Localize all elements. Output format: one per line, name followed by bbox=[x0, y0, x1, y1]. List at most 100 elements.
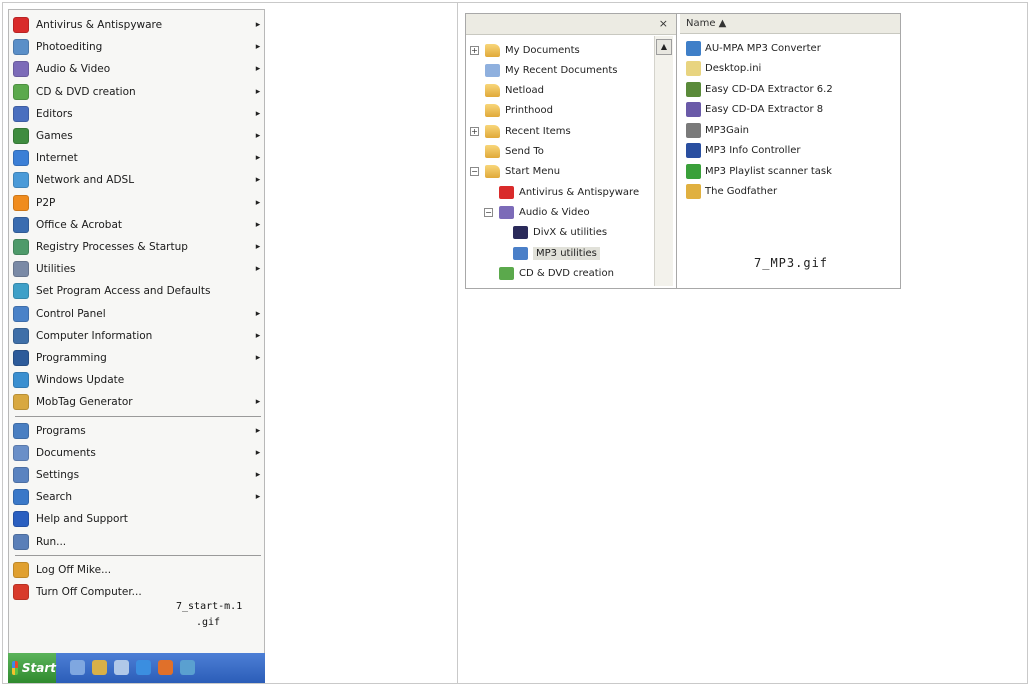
submenu-arrow-icon: ▸ bbox=[255, 175, 261, 186]
menu-item-label: MobTag Generator bbox=[36, 396, 133, 409]
start-menu-system-item[interactable]: Run... bbox=[13, 531, 263, 553]
file-name: The Godfather bbox=[705, 186, 778, 197]
file-list-item[interactable]: Desktop.ini bbox=[686, 60, 761, 78]
folder-tree-item[interactable]: − Audio & Video bbox=[484, 202, 590, 222]
menu-item-label: Programming bbox=[36, 352, 107, 364]
menu-item-label: CD & DVD creation bbox=[36, 85, 136, 98]
start-menu-item[interactable]: Set Program Access and Defaults bbox=[13, 280, 263, 302]
mp3gain-icon bbox=[686, 122, 701, 138]
quicklaunch-explorer-icon[interactable] bbox=[70, 660, 85, 675]
start-menu-item[interactable]: CD & DVD creation ▸ bbox=[13, 81, 263, 103]
file-list-item[interactable]: MP3 Info Controller bbox=[686, 142, 801, 160]
start-menu-item[interactable]: Computer Information ▸ bbox=[13, 325, 263, 347]
file-name: MP3 Playlist scanner task bbox=[705, 165, 832, 177]
start-menu-system-item[interactable]: Programs ▸ bbox=[13, 420, 263, 442]
folder-tree-item[interactable]: Send To bbox=[470, 142, 544, 162]
file-list-item[interactable]: MP3 Playlist scanner task bbox=[686, 162, 832, 180]
folder-icon bbox=[485, 145, 500, 158]
file-list-item[interactable]: MP3Gain bbox=[686, 121, 749, 139]
file-list-item[interactable]: AU-MPA MP3 Converter bbox=[686, 39, 821, 57]
start-menu-item[interactable]: P2P ▸ bbox=[13, 192, 263, 214]
start-menu-item[interactable]: Registry Processes & Startup ▸ bbox=[13, 236, 263, 258]
tree-expander-icon[interactable]: − bbox=[484, 207, 493, 217]
quicklaunch-firefox-icon[interactable] bbox=[158, 660, 173, 675]
start-menu-item[interactable]: MobTag Generator ▸ bbox=[13, 391, 263, 413]
scroll-up-icon[interactable]: ▲ bbox=[656, 39, 672, 55]
start-menu-item[interactable]: Utilities ▸ bbox=[13, 258, 263, 280]
menu-item-label: Games bbox=[36, 130, 73, 142]
menu-item-label: Registry Processes & Startup bbox=[36, 241, 188, 253]
mp3info-icon bbox=[686, 143, 701, 158]
start-menu-system-item[interactable]: Help and Support bbox=[13, 508, 263, 530]
submenu-arrow-icon: ▸ bbox=[255, 20, 261, 30]
file-name: MP3 Info Controller bbox=[705, 145, 801, 156]
divx-icon bbox=[513, 226, 528, 240]
folder-tree-label: MP3 utilities bbox=[533, 246, 600, 260]
start-menu-item[interactable]: Antivirus & Antispyware ▸ bbox=[13, 14, 263, 36]
folders-scrollbar[interactable]: ▲ bbox=[654, 36, 673, 286]
submenu-arrow-icon: ▸ bbox=[255, 425, 261, 436]
quicklaunch-folder-icon[interactable] bbox=[92, 660, 107, 675]
menu-item-label: P2P bbox=[36, 196, 56, 209]
file-list-item[interactable]: Easy CD-DA Extractor 8 bbox=[686, 101, 823, 119]
registry-icon bbox=[13, 239, 29, 255]
folder-tree-item[interactable]: Printhood bbox=[470, 101, 553, 121]
start-menu-item[interactable]: Editors ▸ bbox=[13, 103, 263, 125]
close-icon[interactable]: × bbox=[659, 17, 668, 30]
quicklaunch-desktop-icon[interactable] bbox=[114, 660, 129, 675]
taskbar: Start bbox=[8, 653, 265, 683]
file-list-item[interactable]: Easy CD-DA Extractor 6.2 bbox=[686, 80, 833, 98]
start-menu-system-item[interactable]: Documents ▸ bbox=[13, 442, 263, 464]
quicklaunch-network-icon[interactable] bbox=[180, 660, 195, 675]
menu-item-label: Utilities bbox=[36, 263, 76, 276]
folder-tree-item[interactable]: CD & DVD creation bbox=[484, 263, 614, 283]
start-menu-item[interactable]: Internet ▸ bbox=[13, 147, 263, 169]
menu-item-label: Computer Information bbox=[36, 329, 153, 342]
folder-tree-item[interactable]: Antivirus & Antispyware bbox=[484, 182, 639, 202]
folder-tree-item[interactable]: Netload bbox=[470, 81, 544, 101]
folder-tree-item[interactable]: MP3 utilities bbox=[498, 243, 600, 263]
menu-item-label: Settings bbox=[36, 469, 80, 481]
start-menu-item[interactable]: Control Panel ▸ bbox=[13, 303, 263, 325]
tree-expander-icon[interactable]: + bbox=[470, 45, 479, 55]
screenshot-caption: 7_start-m.1 bbox=[176, 601, 243, 612]
folder-tree-item[interactable]: My Recent Documents bbox=[470, 60, 617, 80]
start-menu-system-item[interactable]: Search ▸ bbox=[13, 486, 263, 508]
playlist-icon bbox=[686, 163, 701, 179]
tree-expander-icon[interactable]: + bbox=[470, 126, 479, 136]
start-menu-session-item[interactable]: Turn Off Computer... bbox=[13, 581, 263, 603]
start-menu-item[interactable]: Audio & Video ▸ bbox=[13, 58, 263, 80]
start-menu-item[interactable]: Photoediting ▸ bbox=[13, 36, 263, 58]
name-column-header[interactable]: Name ▲ bbox=[680, 14, 900, 34]
folder-tree-item[interactable]: DivX & utilities bbox=[498, 223, 607, 243]
screenshot-caption: 7_MP3.gif bbox=[754, 256, 829, 270]
folder-tree-label: Printhood bbox=[505, 105, 553, 117]
start-menu-item[interactable]: Network and ADSL ▸ bbox=[13, 169, 263, 191]
folder-tree-item[interactable]: − Start Menu bbox=[470, 162, 560, 182]
start-menu-system-item[interactable]: Settings ▸ bbox=[13, 464, 263, 486]
folder-tree-label: Netload bbox=[505, 85, 544, 97]
folder-icon bbox=[485, 165, 500, 179]
submenu-arrow-icon: ▸ bbox=[255, 131, 261, 141]
menu-item-label: Log Off Mike... bbox=[36, 563, 112, 576]
folder-tree-item[interactable]: + Recent Items bbox=[470, 121, 571, 141]
start-menu-item[interactable]: Windows Update bbox=[13, 369, 263, 391]
p2p-icon bbox=[13, 194, 29, 211]
mobtag-icon bbox=[13, 394, 29, 411]
submenu-arrow-icon: ▸ bbox=[255, 447, 261, 458]
start-menu-item[interactable]: Programming ▸ bbox=[13, 347, 263, 369]
start-menu-session-item[interactable]: Log Off Mike... bbox=[13, 559, 263, 581]
tree-expander-icon[interactable]: − bbox=[470, 167, 479, 177]
start-menu-item[interactable]: Office & Acrobat ▸ bbox=[13, 214, 263, 236]
folders-pane: × ▲ + My Documents My Recent Documents Netl… bbox=[466, 14, 677, 288]
folder-tree-item[interactable]: + My Documents bbox=[470, 40, 580, 60]
quicklaunch-internet-icon[interactable] bbox=[136, 660, 151, 675]
file-list-item[interactable]: The Godfather bbox=[686, 183, 777, 201]
start-menu-item[interactable]: Games ▸ bbox=[13, 125, 263, 147]
cd-dvd-icon bbox=[13, 83, 29, 100]
start-button[interactable]: Start bbox=[8, 653, 56, 683]
